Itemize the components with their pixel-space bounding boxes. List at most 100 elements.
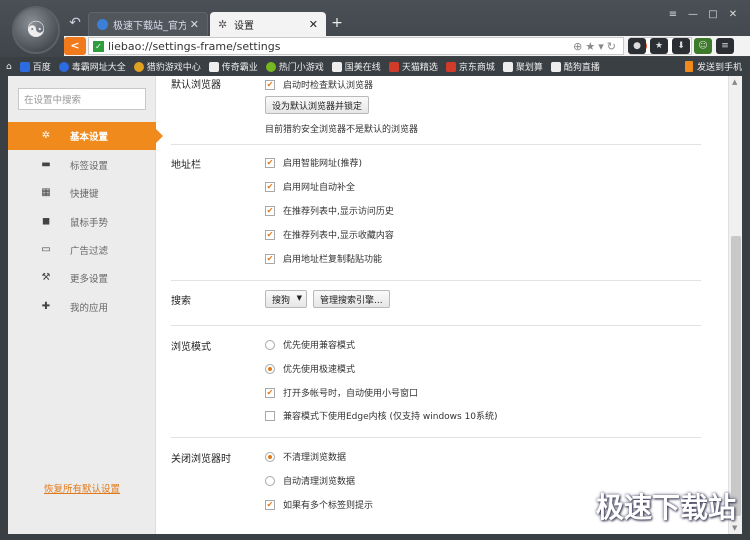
bookmark-item[interactable]: 国美在线 xyxy=(331,60,381,73)
sidebar-item-label: 鼠标手势 xyxy=(70,218,109,229)
address-option[interactable]: ✔ 在推荐列表中,显示收藏内容 xyxy=(265,228,394,241)
bookmark-icon xyxy=(445,61,456,72)
settings-search-input[interactable]: 在设置中搜索 xyxy=(18,88,146,110)
address-option[interactable]: ✔ 启用智能网址(推荐) xyxy=(265,156,362,169)
bookmark-item[interactable]: 传奇霸业 xyxy=(208,60,258,73)
search-engine-select[interactable]: 搜狗 ▼ xyxy=(265,290,308,308)
sidebar-item-tabs[interactable]: ▬ 标签设置 xyxy=(8,151,156,179)
checkbox[interactable]: ✔ xyxy=(265,387,275,398)
close-window-icon[interactable]: ✕ xyxy=(724,8,742,22)
minimize-icon[interactable]: — xyxy=(684,8,702,22)
menu-icon[interactable]: ≡ xyxy=(664,8,682,22)
bookmark-item[interactable]: 毒霸网址大全 xyxy=(58,60,126,73)
game-icon[interactable]: ☺ xyxy=(694,38,712,54)
on-close-radio[interactable]: 自动清理浏览数据 xyxy=(265,474,355,487)
checkbox[interactable]: ✔ xyxy=(265,229,275,240)
close-tab-icon[interactable]: ✕ xyxy=(309,18,318,31)
bookmark-item[interactable]: 百度 xyxy=(19,60,51,73)
sidebar-item-shortcuts[interactable]: ▦ 快捷键 xyxy=(8,179,156,207)
undo-icon[interactable]: ↶ xyxy=(66,14,84,32)
bookmark-item[interactable]: 聚划算 xyxy=(502,60,543,73)
scroll-up-icon[interactable]: ▲ xyxy=(732,78,737,86)
browse-mode-radio[interactable]: 优先使用兼容模式 xyxy=(265,338,355,351)
radio[interactable] xyxy=(265,475,275,486)
star-icon[interactable]: ★ xyxy=(585,40,598,53)
add-icon[interactable]: ⊕ xyxy=(573,40,585,53)
download-icon[interactable]: ⬇ xyxy=(672,38,690,54)
checkbox[interactable]: ✔ xyxy=(265,79,275,90)
radio[interactable] xyxy=(265,363,275,374)
sidebar-item-label: 标签设置 xyxy=(70,161,109,172)
radio[interactable] xyxy=(265,339,275,350)
section-title-browse-mode: 浏览模式 xyxy=(171,342,211,353)
bookmark-icon xyxy=(19,61,30,72)
browser-logo-icon[interactable]: ☯ xyxy=(12,6,60,54)
bookmark-item[interactable]: 天猫精选 xyxy=(388,60,438,73)
back-button[interactable]: < xyxy=(64,37,86,55)
browse-mode-radio[interactable]: 优先使用极速模式 xyxy=(265,362,355,375)
wrench-icon: ⚒ xyxy=(41,272,51,283)
option-label: 在推荐列表中,显示收藏内容 xyxy=(283,231,394,241)
checkbox[interactable] xyxy=(265,410,275,421)
bookmark-label: 国美在线 xyxy=(344,63,381,73)
sidebar-item-gestures[interactable]: ◼ 鼠标手势 xyxy=(8,208,156,236)
menu-icon[interactable]: ≡ xyxy=(716,38,734,54)
option-label: 优先使用极速模式 xyxy=(283,365,356,375)
set-default-browser-button[interactable]: 设为默认浏览器并锁定 xyxy=(265,96,370,114)
sidebar-item-adblock[interactable]: ▭ 广告过滤 xyxy=(8,236,156,264)
sidebar-item-more[interactable]: ⚒ 更多设置 xyxy=(8,264,156,292)
bookmark-item[interactable]: 猎豹游戏中心 xyxy=(133,60,201,73)
sidebar-item-label: 快捷键 xyxy=(70,189,99,200)
browse-mode-option[interactable]: ✔ 打开多帐号时，自动使用小号窗口 xyxy=(265,386,418,399)
vertical-scrollbar[interactable]: ▲ ▼ xyxy=(728,76,742,534)
checkbox[interactable]: ✔ xyxy=(265,181,275,192)
check-default-browser-option[interactable]: ✔ 启动时检查默认浏览器 xyxy=(265,78,373,91)
sidebar-item-apps[interactable]: ✚ 我的应用 xyxy=(8,293,156,321)
address-tools: ⊕★▾↻ xyxy=(573,40,619,53)
send-to-phone-button[interactable]: 发送到手机 xyxy=(684,60,742,73)
favorites-icon[interactable]: ★ xyxy=(650,38,668,54)
radio[interactable] xyxy=(265,451,275,462)
close-tab-icon[interactable]: ✕ xyxy=(190,18,199,31)
url-text[interactable]: liebao://settings-frame/settings xyxy=(108,40,573,53)
mouse-icon: ◼ xyxy=(41,216,51,227)
option-label: 启用网址自动补全 xyxy=(283,183,356,193)
page-icon xyxy=(550,61,561,72)
option-label: 启动时检查默认浏览器 xyxy=(283,81,374,91)
sidebar-item-label: 广告过滤 xyxy=(70,246,109,257)
restore-defaults-link[interactable]: 恢复所有默认设置 xyxy=(44,481,120,495)
bookmark-label: 天猫精选 xyxy=(401,63,438,73)
tab-download-site[interactable]: 极速下载站_官方软... ✕ xyxy=(88,12,208,36)
sidebar-item-basic[interactable]: ✲ 基本设置 xyxy=(8,122,163,150)
reload-icon[interactable]: ↻ xyxy=(607,40,619,53)
option-label: 打开多帐号时，自动使用小号窗口 xyxy=(283,389,419,399)
bookmark-item[interactable]: 酷狗直播 xyxy=(550,60,600,73)
browser-chrome: ☯ ↶ 极速下载站_官方软... ✕ ✲ 设置 ✕ + ≡ — □ ✕ < ✓ … xyxy=(0,0,750,76)
address-option[interactable]: ✔ 启用网址自动补全 xyxy=(265,180,355,193)
checkbox[interactable]: ✔ xyxy=(265,253,275,264)
browse-mode-option[interactable]: 兼容模式下使用Edge内核 (仅支持 windows 10系统) xyxy=(265,409,498,422)
address-option[interactable]: ✔ 在推荐列表中,显示访问历史 xyxy=(265,204,394,217)
checkbox[interactable]: ✔ xyxy=(265,499,275,510)
checkbox[interactable]: ✔ xyxy=(265,157,275,168)
on-close-option[interactable]: ✔ 如果有多个标签则提示 xyxy=(265,498,373,511)
bookmark-item[interactable]: 京东商城 xyxy=(445,60,495,73)
bookmark-label: 聚划算 xyxy=(515,63,543,73)
keyboard-icon: ▦ xyxy=(41,187,51,198)
bookmark-item[interactable]: 热门小游戏 xyxy=(265,60,324,73)
manage-search-engines-button[interactable]: 管理搜索引擎... xyxy=(313,290,390,308)
new-tab-button[interactable]: + xyxy=(330,15,344,31)
on-close-radio[interactable]: 不清理浏览数据 xyxy=(265,450,346,463)
home-icon[interactable]: ⌂ xyxy=(6,62,12,72)
lock-icon[interactable]: ● xyxy=(628,38,646,54)
scrollbar-thumb[interactable] xyxy=(731,236,741,516)
window-controls: ≡ — □ ✕ xyxy=(664,8,742,22)
dropdown-icon[interactable]: ▾ xyxy=(598,40,607,53)
maximize-icon[interactable]: □ xyxy=(704,8,722,22)
checkbox[interactable]: ✔ xyxy=(265,205,275,216)
address-bar[interactable]: ✓ liebao://settings-frame/settings ⊕★▾↻ xyxy=(88,37,624,55)
sidebar-item-label: 基本设置 xyxy=(70,132,109,143)
tab-settings[interactable]: ✲ 设置 ✕ xyxy=(210,12,326,36)
divider xyxy=(171,280,701,281)
address-option[interactable]: ✔ 启用地址栏复制黏贴功能 xyxy=(265,252,382,265)
